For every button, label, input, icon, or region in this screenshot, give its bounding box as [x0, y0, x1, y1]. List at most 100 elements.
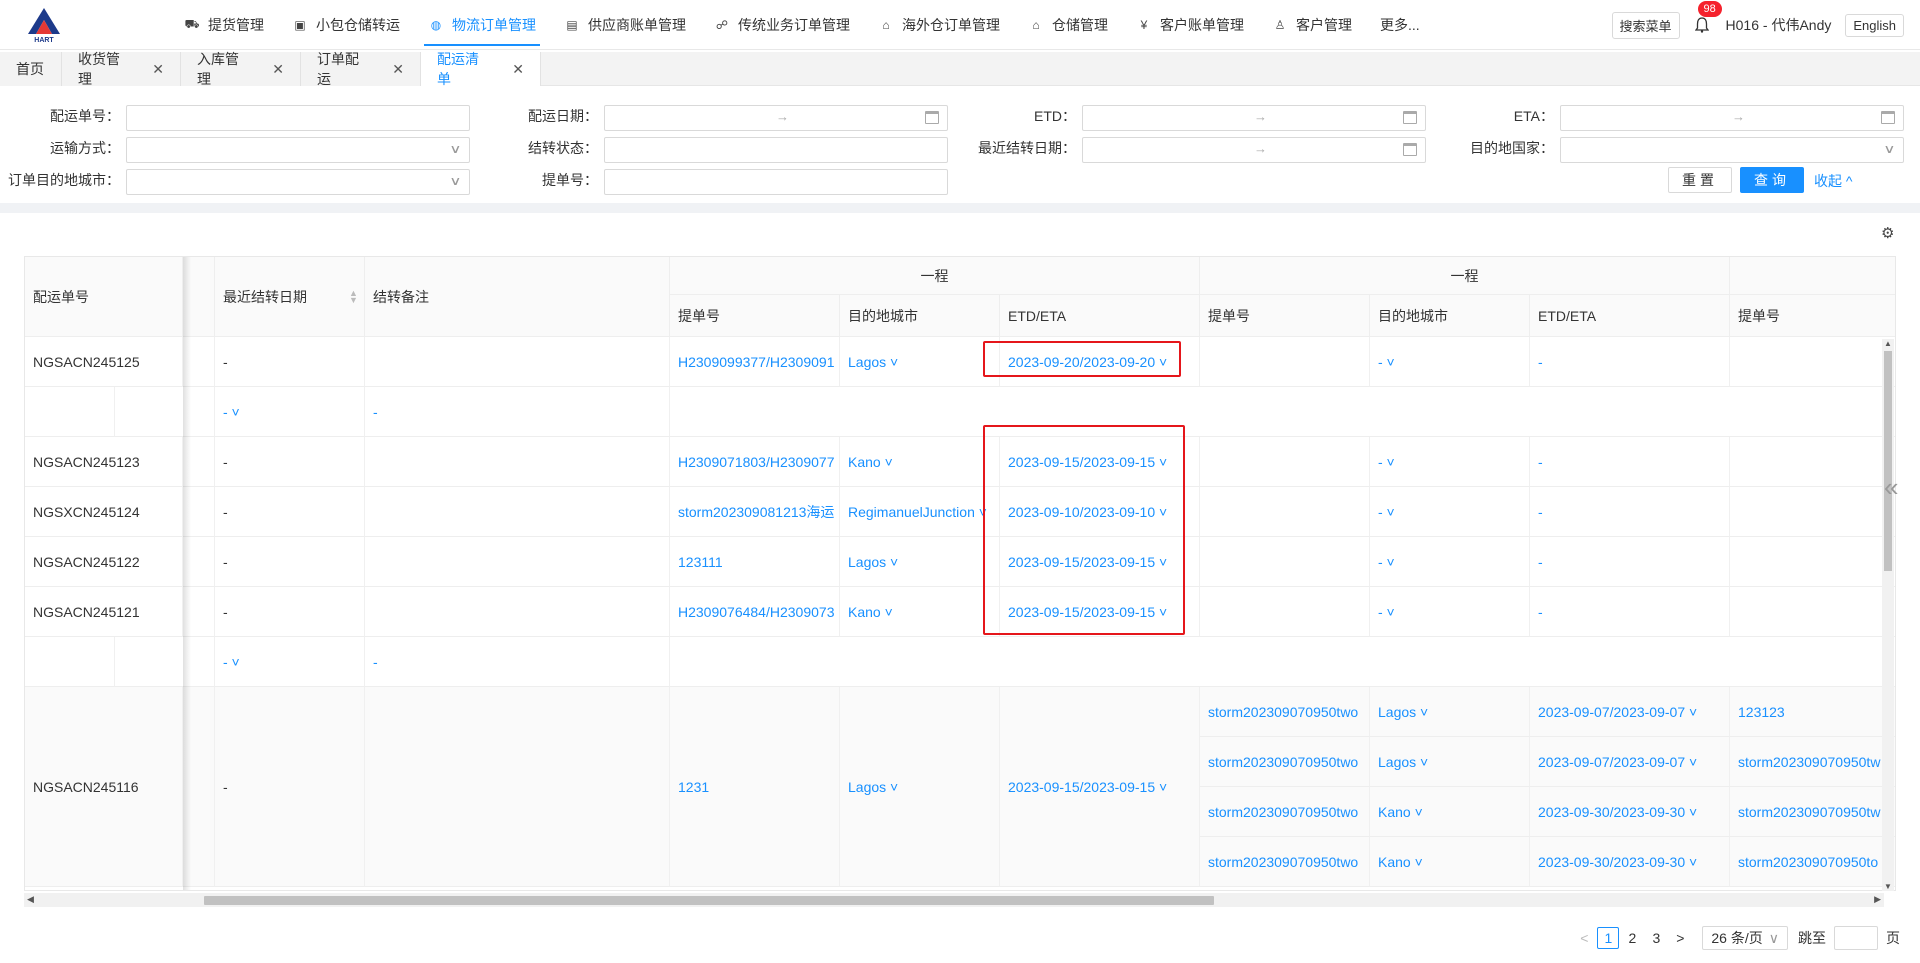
close-icon[interactable]: ✕	[272, 61, 284, 78]
delivery-date-range[interactable]: →	[604, 105, 948, 131]
dest-city-dropdown-2[interactable]: Kano ˅	[1370, 837, 1530, 887]
vertical-scrollbar[interactable]: ▲ ▼	[1882, 339, 1894, 891]
dest-city-dropdown-2[interactable]: - ˅	[1370, 487, 1530, 537]
etd-eta-dropdown[interactable]: 2023-09-15/2023-09-15 ˅	[1000, 437, 1200, 487]
last-settle-date-range[interactable]: →	[1082, 137, 1426, 163]
page-button[interactable]: 3	[1645, 927, 1667, 949]
menu-item-3[interactable]: ▤ 供应商账单管理	[550, 0, 700, 50]
tab-order-delivery[interactable]: 订单配运 ✕	[301, 51, 421, 87]
menu-item-2[interactable]: ◍ 物流订单管理	[414, 0, 550, 50]
bill-no-input[interactable]	[604, 169, 948, 195]
menu-item-0[interactable]: ⛟ 提货管理	[170, 0, 278, 50]
bill-no-link[interactable]: 123111	[670, 537, 840, 587]
bill-no-link-2[interactable]: storm202309070950two	[1200, 687, 1370, 737]
dest-city-dropdown[interactable]: Lagos ˅	[840, 337, 1000, 387]
bill-no-link-2[interactable]: storm202309070950two	[1200, 837, 1370, 887]
dest-city-dropdown[interactable]: Kano ˅	[840, 587, 1000, 637]
transport-mode-select[interactable]: ∨	[126, 137, 470, 163]
scroll-left-icon[interactable]: ◀	[27, 894, 34, 905]
dest-city-dropdown[interactable]: Lagos ˅	[840, 537, 1000, 587]
tab-home[interactable]: 首页	[0, 52, 62, 86]
sort-icon[interactable]: ▲ ▼	[349, 288, 358, 304]
bill-no-link-2[interactable]: storm202309070950two	[1200, 787, 1370, 837]
delivery-no-input[interactable]	[126, 105, 470, 131]
horizontal-scrollbar[interactable]: ◀ ▶	[24, 893, 1884, 907]
settle-status-select[interactable]	[604, 137, 948, 163]
dest-city-dropdown-2[interactable]: - ˅	[1370, 337, 1530, 387]
language-button[interactable]: English	[1845, 13, 1904, 37]
scrollbar-thumb[interactable]	[204, 896, 1214, 905]
header-last-settle-date[interactable]: 最近结转日期 ▲ ▼	[215, 257, 365, 337]
tab-delivery-list[interactable]: 配运清单 ✕	[421, 51, 541, 87]
notification-bell[interactable]: 98	[1690, 1, 1722, 37]
bill-no-link[interactable]: H2309071803/H2309077	[670, 437, 840, 487]
order-dest-city-select[interactable]: ∨	[126, 169, 470, 195]
close-icon[interactable]: ✕	[392, 61, 404, 78]
etd-eta-dropdown[interactable]: 2023-09-15/2023-09-15 ˅	[1000, 537, 1200, 587]
bill-no-link-3[interactable]: storm202309070950tw	[1730, 737, 1895, 787]
etd-eta-link-2[interactable]: -	[1530, 487, 1730, 537]
bill-no-link[interactable]: 1231	[670, 687, 840, 887]
bill-no-link-3[interactable]: storm202309070950to	[1730, 837, 1895, 887]
menu-item-5[interactable]: ⌂ 海外仓订单管理	[864, 0, 1014, 50]
etd-eta-dropdown[interactable]: 2023-09-15/2023-09-15 ˅	[1000, 587, 1200, 637]
close-icon[interactable]: ✕	[512, 61, 524, 78]
bill-no-link-2[interactable]: storm202309070950two	[1200, 737, 1370, 787]
bill-no-link-3[interactable]: 123123	[1730, 687, 1895, 737]
next-page-button[interactable]: >	[1669, 927, 1691, 949]
double-chevron-left-icon[interactable]: «	[1884, 472, 1898, 503]
etd-eta-dropdown[interactable]: 2023-09-20/2023-09-20 ˅	[1000, 337, 1200, 387]
menu-item-4[interactable]: ☍ 传统业务订单管理	[700, 0, 864, 50]
menu-item-8[interactable]: ♙ 客户管理	[1258, 0, 1366, 50]
bill-no-link[interactable]: storm202309081213海运	[670, 487, 840, 537]
search-menu-button[interactable]: 搜索菜单	[1611, 11, 1680, 39]
etd-eta-link-2[interactable]: -	[1530, 337, 1730, 387]
dest-city-dropdown[interactable]: Lagos ˅	[840, 687, 1000, 887]
etd-eta-dropdown-2[interactable]: 2023-09-07/2023-09-07 ˅	[1530, 687, 1730, 737]
close-icon[interactable]: ✕	[152, 61, 164, 78]
dest-city-dropdown-2[interactable]: - ˅	[1370, 437, 1530, 487]
prev-page-button[interactable]: <	[1573, 927, 1595, 949]
scroll-down-icon[interactable]: ▼	[1884, 882, 1892, 891]
menu-item-7[interactable]: ¥ 客户账单管理	[1122, 0, 1258, 50]
etd-eta-dropdown[interactable]: 2023-09-10/2023-09-10 ˅	[1000, 487, 1200, 537]
etd-eta-link-2[interactable]: -	[1530, 587, 1730, 637]
settle-date-dropdown[interactable]: - ˅	[215, 637, 365, 687]
eta-range[interactable]: →	[1560, 105, 1904, 131]
dest-city-dropdown-2[interactable]: Kano ˅	[1370, 787, 1530, 837]
bill-no-link[interactable]: H2309099377/H2309091	[670, 337, 840, 387]
jump-page-input[interactable]	[1834, 926, 1878, 950]
menu-item-9[interactable]: 更多...	[1366, 0, 1434, 50]
etd-eta-dropdown-2[interactable]: 2023-09-30/2023-09-30 ˅	[1530, 787, 1730, 837]
etd-range[interactable]: →	[1082, 105, 1426, 131]
etd-eta-link-2[interactable]: -	[1530, 437, 1730, 487]
settle-note-cell[interactable]: -	[365, 387, 670, 437]
scrollbar-thumb[interactable]	[1884, 351, 1892, 571]
reset-button[interactable]: 重置	[1668, 167, 1732, 193]
menu-item-1[interactable]: ▣ 小包仓储转运	[278, 0, 414, 50]
settle-note-cell[interactable]: -	[365, 637, 670, 687]
tab-inbound[interactable]: 入库管理 ✕	[181, 51, 301, 87]
page-size-select[interactable]: 26 条/页 ∨	[1702, 926, 1788, 950]
scroll-up-icon[interactable]: ▲	[1884, 339, 1892, 348]
bill-no-link[interactable]: H2309076484/H2309073	[670, 587, 840, 637]
user-name[interactable]: H016 - 代伟Andy	[1726, 15, 1832, 35]
settle-date-dropdown[interactable]: - ˅	[215, 387, 365, 437]
dest-city-dropdown-2[interactable]: - ˅	[1370, 537, 1530, 587]
gear-icon[interactable]: ⚙	[1881, 224, 1894, 242]
etd-eta-dropdown-2[interactable]: 2023-09-30/2023-09-30 ˅	[1530, 837, 1730, 887]
dest-country-select[interactable]: ∨	[1560, 137, 1904, 163]
page-button[interactable]: 2	[1621, 927, 1643, 949]
scroll-right-icon[interactable]: ▶	[1874, 894, 1881, 905]
hart-logo[interactable]: HART	[22, 6, 66, 44]
dest-city-dropdown-2[interactable]: Lagos ˅	[1370, 737, 1530, 787]
page-button[interactable]: 1	[1597, 927, 1620, 949]
dest-city-dropdown-2[interactable]: Lagos ˅	[1370, 687, 1530, 737]
etd-eta-link-2[interactable]: -	[1530, 537, 1730, 587]
dest-city-dropdown[interactable]: Kano ˅	[840, 437, 1000, 487]
tab-receiving[interactable]: 收货管理 ✕	[62, 51, 181, 87]
query-button[interactable]: 查询	[1740, 167, 1804, 193]
menu-item-6[interactable]: ⌂ 仓储管理	[1014, 0, 1122, 50]
bill-no-link-3[interactable]: storm202309070950tw	[1730, 787, 1895, 837]
dest-city-dropdown[interactable]: RegimanuelJunction ˅	[840, 487, 1000, 537]
